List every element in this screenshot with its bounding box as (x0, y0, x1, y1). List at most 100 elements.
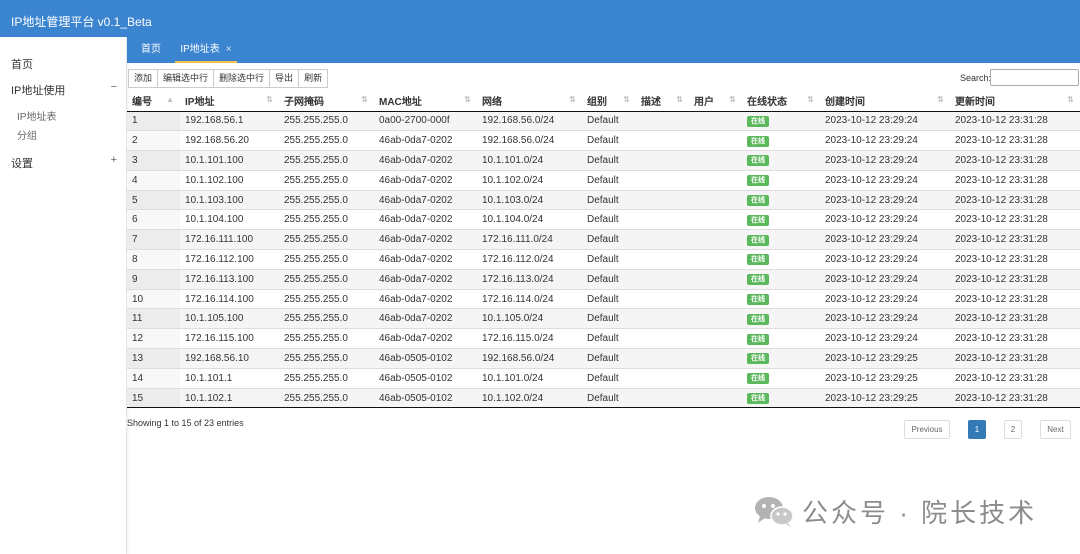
search-input[interactable] (990, 69, 1079, 86)
description-cell (636, 348, 689, 369)
column-header[interactable]: 更新时间 ⇅ (950, 90, 1080, 112)
subnet-mask-cell: 255.255.255.0 (279, 387, 374, 409)
subnet-mask-cell: 255.255.255.0 (279, 209, 374, 230)
group-cell: Default (582, 189, 636, 210)
group-cell: Default (582, 249, 636, 270)
row-id-cell: 6 (127, 209, 180, 230)
table-row[interactable]: 12 172.16.115.100 255.255.255.0 46ab-0da7-0… (127, 328, 1080, 349)
updated-time-cell: 2023-10-12 23:31:28 (950, 150, 1080, 171)
description-cell (636, 130, 689, 151)
status-badge: 在线 (747, 313, 769, 325)
sort-icon: ⇅ (266, 95, 273, 104)
status-badge: 在线 (747, 274, 769, 286)
mac-address-cell: 46ab-0da7-0202 (374, 189, 477, 210)
network-cell: 10.1.105.0/24 (477, 308, 582, 329)
mac-address-cell: 46ab-0505-0102 (374, 367, 477, 389)
column-header[interactable]: 编号 ▲ (127, 90, 180, 112)
mac-address-cell: 46ab-0da7-0202 (374, 229, 477, 250)
group-cell: Default (582, 308, 636, 329)
created-time-cell: 2023-10-12 23:29:24 (820, 308, 950, 329)
sidebar-item-ip-usage[interactable]: IP地址使用 (11, 82, 65, 98)
table-row[interactable]: 14 10.1.101.1 255.255.255.0 46ab-0505-0102 1… (127, 367, 1080, 389)
export-button[interactable]: 导出 (269, 69, 300, 88)
updated-time-cell: 2023-10-12 23:31:28 (950, 189, 1080, 210)
table-row[interactable]: 10 172.16.114.100 255.255.255.0 46ab-0da7-0… (127, 288, 1080, 309)
close-icon[interactable]: × (226, 44, 232, 55)
refresh-button[interactable]: 刷新 (298, 69, 329, 88)
ip-address-cell: 10.1.101.100 (180, 150, 279, 171)
previous-page-button[interactable]: Previous (904, 420, 950, 439)
collapse-icon[interactable]: − (111, 81, 117, 93)
description-cell (636, 249, 689, 270)
network-cell: 10.1.101.0/24 (477, 367, 582, 389)
table-row[interactable]: 3 10.1.101.100 255.255.255.0 46ab-0da7-0202… (127, 150, 1080, 171)
sidebar-item-groups[interactable]: 分组 (17, 127, 37, 142)
sidebar-item-settings[interactable]: 设置 (11, 155, 33, 171)
description-cell (636, 268, 689, 290)
table-row[interactable]: 11 10.1.105.100 255.255.255.0 46ab-0da7-020… (127, 308, 1080, 329)
updated-time-cell: 2023-10-12 23:31:28 (950, 209, 1080, 230)
column-header[interactable]: 用户 ⇅ (689, 90, 742, 112)
user-cell (689, 209, 742, 230)
online-status-cell: 在线 (742, 189, 820, 210)
app-title: IP地址管理平台 v0.1_Beta (11, 15, 152, 29)
column-header[interactable]: 子网掩码 ⇅ (279, 90, 374, 112)
updated-time-cell: 2023-10-12 23:31:28 (950, 110, 1080, 131)
tab-home[interactable]: 首页 (137, 37, 165, 63)
table-row[interactable]: 9 172.16.113.100 255.255.255.0 46ab-0da7-02… (127, 268, 1080, 290)
group-cell: Default (582, 367, 636, 389)
online-status-cell: 在线 (742, 150, 820, 171)
table-row[interactable]: 4 10.1.102.100 255.255.255.0 46ab-0da7-0202… (127, 169, 1080, 191)
updated-time-cell: 2023-10-12 23:31:28 (950, 288, 1080, 309)
edit-selected-button[interactable]: 编辑选中行 (157, 69, 215, 88)
sort-icon: ⇅ (569, 95, 576, 104)
online-status-cell: 在线 (742, 110, 820, 131)
column-header[interactable]: 在线状态 ⇅ (742, 90, 820, 112)
subnet-mask-cell: 255.255.255.0 (279, 328, 374, 349)
created-time-cell: 2023-10-12 23:29:24 (820, 249, 950, 270)
updated-time-cell: 2023-10-12 23:31:28 (950, 348, 1080, 369)
sidebar: 首页 IP地址使用 − IP地址表 分组 设置 + (0, 37, 127, 554)
table-row[interactable]: 1 192.168.56.1 255.255.255.0 0a00-2700-000f… (127, 110, 1080, 131)
tab-bar: 首页 IP地址表 × (127, 37, 1080, 63)
next-page-button[interactable]: Next (1040, 420, 1071, 439)
table-row[interactable]: 15 10.1.102.1 255.255.255.0 46ab-0505-0102 1… (127, 387, 1080, 409)
column-header[interactable]: IP地址 ⇅ (180, 90, 279, 112)
sidebar-item-ip-table[interactable]: IP地址表 (17, 108, 56, 123)
page-button-1[interactable]: 1 (968, 420, 986, 439)
column-header[interactable]: 创建时间 ⇅ (820, 90, 950, 112)
expand-icon[interactable]: + (111, 154, 117, 166)
add-button[interactable]: 添加 (128, 69, 159, 88)
network-cell: 172.16.114.0/24 (477, 288, 582, 309)
table-row[interactable]: 13 192.168.56.10 255.255.255.0 46ab-0505-01… (127, 348, 1080, 369)
group-cell: Default (582, 328, 636, 349)
table-row[interactable]: 5 10.1.103.100 255.255.255.0 46ab-0da7-0202… (127, 189, 1080, 210)
sidebar-item-home[interactable]: 首页 (11, 56, 33, 72)
user-cell (689, 268, 742, 290)
table-row[interactable]: 7 172.16.111.100 255.255.255.0 46ab-0da7-02… (127, 229, 1080, 250)
status-badge: 在线 (747, 294, 769, 306)
delete-selected-button[interactable]: 删除选中行 (213, 69, 271, 88)
table-row[interactable]: 6 10.1.104.100 255.255.255.0 46ab-0da7-0202… (127, 209, 1080, 230)
ip-address-cell: 10.1.102.100 (180, 169, 279, 191)
column-header[interactable]: 网络 ⇅ (477, 90, 582, 112)
tab-label: IP地址表 (180, 44, 220, 55)
page-button-2[interactable]: 2 (1004, 420, 1022, 439)
mac-address-cell: 46ab-0505-0102 (374, 387, 477, 409)
tab-ip-table[interactable]: IP地址表 × (175, 37, 237, 63)
row-id-cell: 9 (127, 268, 180, 290)
column-header[interactable]: 组别 ⇅ (582, 90, 636, 112)
created-time-cell: 2023-10-12 23:29:25 (820, 367, 950, 389)
wechat-icon (752, 494, 796, 528)
column-header[interactable]: 描述 ⇅ (636, 90, 689, 112)
table-row[interactable]: 2 192.168.56.20 255.255.255.0 46ab-0da7-020… (127, 130, 1080, 151)
ip-address-cell: 10.1.103.100 (180, 189, 279, 210)
mac-address-cell: 46ab-0da7-0202 (374, 308, 477, 329)
ip-address-cell: 172.16.113.100 (180, 268, 279, 290)
column-header[interactable]: MAC地址 ⇅ (374, 90, 477, 112)
created-time-cell: 2023-10-12 23:29:24 (820, 328, 950, 349)
table-row[interactable]: 8 172.16.112.100 255.255.255.0 46ab-0da7-02… (127, 249, 1080, 270)
ip-address-cell: 172.16.111.100 (180, 229, 279, 250)
updated-time-cell: 2023-10-12 23:31:28 (950, 387, 1080, 409)
subnet-mask-cell: 255.255.255.0 (279, 249, 374, 270)
